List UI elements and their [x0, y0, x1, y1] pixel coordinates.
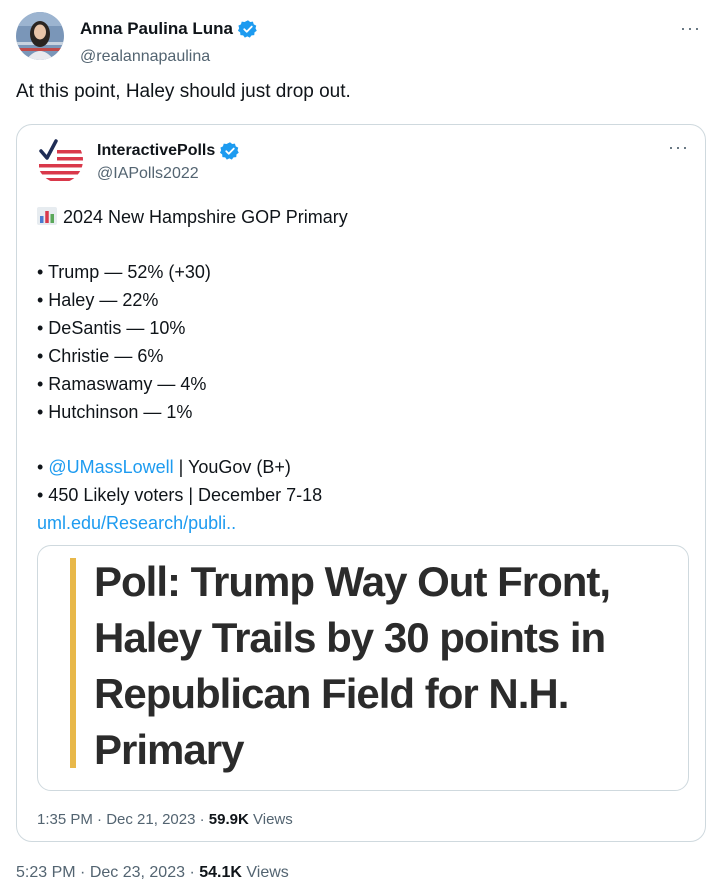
quoted-views-count: 59.9K	[208, 811, 249, 828]
result-christie: • Christie — 6%	[37, 346, 164, 366]
source-line: • @UMassLowell | YouGov (B+)	[37, 457, 291, 477]
result-haley: • Haley — 22%	[37, 290, 159, 310]
poll-title-line: 2024 New Hampshire GOP Primary	[37, 203, 348, 231]
tweet-meta: 5:23 PM · Dec 23, 2023 · 54.1K Views	[16, 864, 289, 881]
verified-badge-icon	[220, 142, 240, 160]
quoted-author-name[interactable]: InteractivePolls	[97, 141, 240, 161]
tweet-views-label: Views	[246, 864, 289, 881]
link-preview-card[interactable]: Poll: Trump Way Out Front, Haley Trails …	[37, 545, 689, 791]
result-trump: • Trump — 52% (+30)	[37, 262, 211, 282]
tweet-date[interactable]: Dec 23, 2023	[90, 864, 185, 881]
poll-title: 2024 New Hampshire GOP Primary	[63, 207, 348, 227]
quoted-tweet-body: 2024 New Hampshire GOP Primary • Trump —…	[37, 203, 348, 537]
card-accent-bar	[70, 558, 76, 768]
quoted-author-handle[interactable]: @IAPolls2022	[97, 165, 199, 183]
tweet-time[interactable]: 5:23 PM	[16, 864, 76, 881]
article-link[interactable]: uml.edu/Research/publi..	[37, 509, 348, 537]
tweet-views-count: 54.1K	[199, 864, 242, 881]
quoted-views-label: Views	[253, 811, 293, 828]
result-hutchinson: • Hutchinson — 1%	[37, 402, 193, 422]
quoted-more-options-icon[interactable]: ···	[668, 137, 689, 158]
result-ramaswamy: • Ramaswamy — 4%	[37, 374, 207, 394]
quoted-author-avatar[interactable]	[37, 137, 83, 183]
quoted-time[interactable]: 1:35 PM	[37, 811, 93, 828]
quoted-tweet-meta: 1:35 PM · Dec 21, 2023 · 59.9K Views	[37, 811, 293, 828]
bar-chart-emoji-icon	[37, 207, 57, 225]
tweet-text: At this point, Haley should just drop ou…	[16, 81, 351, 102]
quoted-tweet[interactable]: InteractivePolls @IAPolls2022 ··· 2024 N…	[16, 124, 706, 842]
quoted-date[interactable]: Dec 21, 2023	[106, 811, 195, 828]
source-mention-link[interactable]: @UMassLowell	[48, 457, 173, 477]
tweet-header: Anna Paulina Luna @realannapaulina ···	[16, 12, 701, 66]
sample-line: • 450 Likely voters | December 7-18	[37, 485, 323, 505]
author-avatar[interactable]	[16, 12, 64, 60]
author-name[interactable]: Anna Paulina Luna	[80, 19, 258, 39]
more-options-icon[interactable]: ···	[680, 18, 701, 39]
verified-badge-icon	[238, 20, 257, 38]
author-handle[interactable]: @realannapaulina	[80, 48, 210, 66]
result-desantis: • DeSantis — 10%	[37, 318, 186, 338]
card-headline: Poll: Trump Way Out Front, Haley Trails …	[94, 558, 611, 773]
